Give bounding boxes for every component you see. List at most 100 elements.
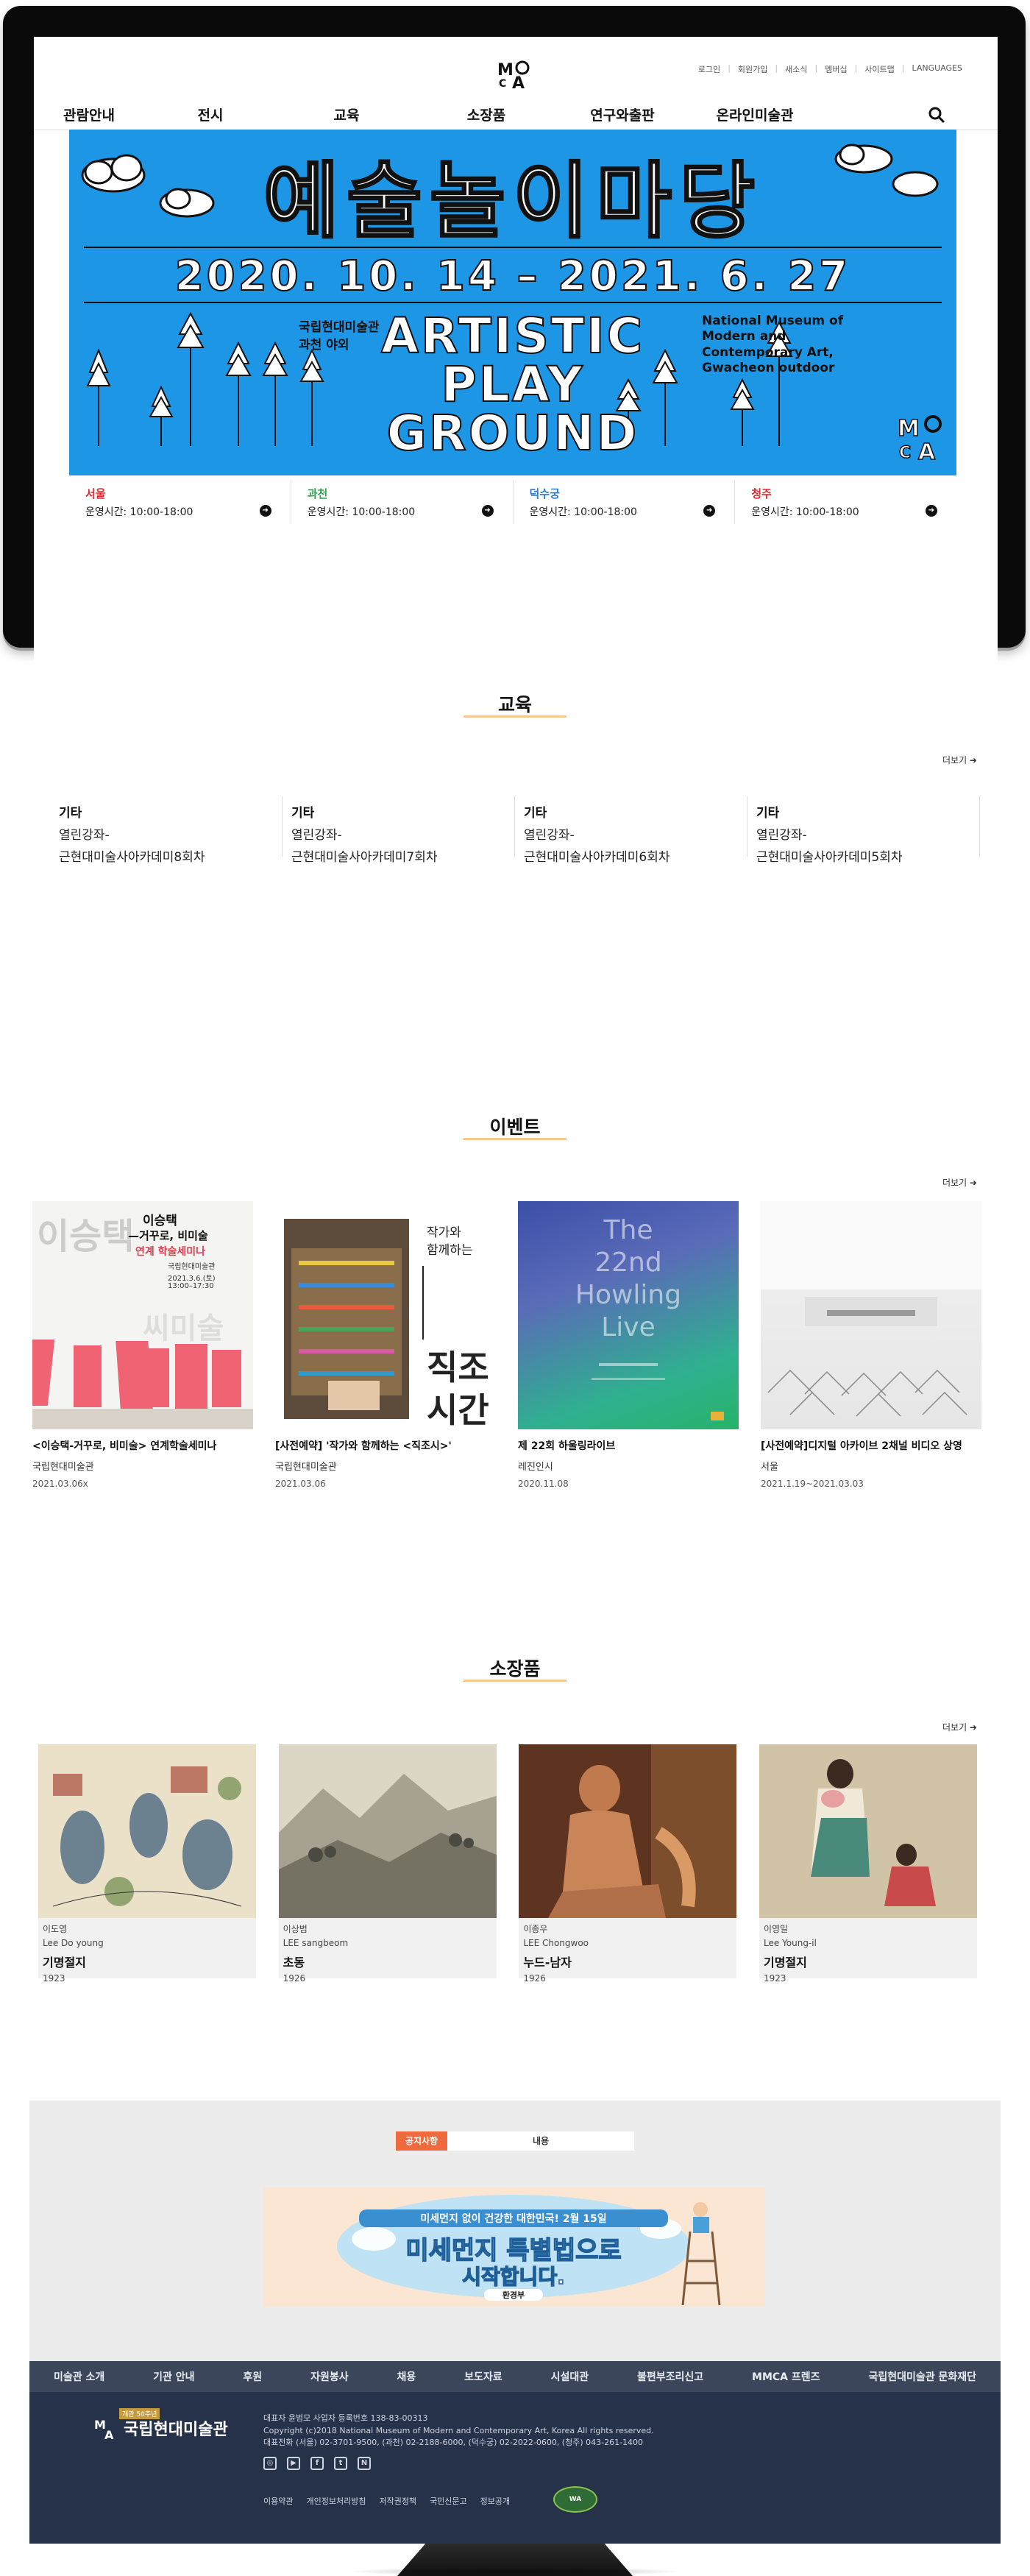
facebook-icon[interactable]: f [310,2457,324,2470]
arrow-right-icon[interactable]: ➜ [926,505,937,517]
nav-education[interactable]: 교육 [277,105,416,124]
branch-cheongju[interactable]: 청주 운영시간: 10:00-18:00 ➜ [735,480,956,524]
nav-visit[interactable]: 관람안내 [34,105,144,124]
education-line2: 근현대미술사아카데미8회차 [59,850,205,865]
artwork-title: 초동 [283,1956,305,1970]
artist-name-kr: 이도영 [43,1924,68,1934]
title-underline [464,1138,566,1140]
event-card[interactable]: The 22nd Howling Live 제 22회 하울링라이브 레진인시 … [518,1201,739,1489]
education-line1: 열린강좌- [291,828,342,843]
footer-link-recruit[interactable]: 채용 [397,2369,416,2384]
collection-card[interactable]: 이상범 LEE sangbeom 초동 1926 [278,1744,497,1984]
terms-link[interactable]: 이용약관 [263,2495,293,2507]
privacy-link[interactable]: 개인정보처리방침 [306,2495,366,2507]
artwork-year: 1926 [523,1973,546,1984]
artwork-image [519,1744,737,1918]
branch-gwacheon[interactable]: 과천 운영시간: 10:00-18:00 ➜ [291,480,514,524]
hero-banner[interactable]: 예술놀이마당 2020. 10. 14 – 2021. 6. 27 국립현대미술… [69,130,956,475]
footer-link-support[interactable]: 후원 [243,2369,262,2384]
footer-link-about[interactable]: 미술관 소개 [54,2369,104,2384]
nav-exhibitions[interactable]: 전시 [144,105,277,124]
education-line2: 근현대미술사아카데미7회차 [291,850,438,865]
artist-name-kr: 이영일 [763,1924,789,1934]
collection-card[interactable]: 이도영 Lee Do young 기명절지 1923 [38,1744,256,1984]
youtube-icon[interactable]: ▶ [287,2457,300,2470]
footer-info-line: Copyright (c)2018 National Museum of Mod… [263,2425,654,2435]
accessibility-badge[interactable]: WA [553,2486,597,2513]
fine-dust-banner[interactable]: 미세먼지 없이 건강한 대한민국! 2월 15일 미세먼지 특별법으로 시작합니… [263,2187,765,2307]
event-card[interactable]: [사전예약]디지털 아카이브 2채널 비디오 상영 서울 2021.1.19~2… [761,1201,981,1489]
events-more-link[interactable]: 더보기 ➜ [942,1176,977,1189]
info-disclosure-link[interactable]: 정보공개 [480,2495,510,2507]
news-link[interactable]: 새소식 [785,63,807,75]
education-item[interactable]: 기타 열린강좌- 근현대미술사아카데미8회차 [50,796,283,865]
artwork-year: 1923 [763,1973,786,1984]
monitor-frame: 로그인 | 회원가입 | 새소식 | 멤버십 | 사이트맵 | LANGUAGES M A… [3,6,1026,662]
collection-card[interactable]: 이영일 Lee Young-il 기명절지 1923 [759,1744,977,1984]
education-more-link[interactable]: 더보기 ➜ [942,754,977,766]
ministry-label: 환경부 [484,2289,543,2301]
banner-venue-en: National Museum of Modern and Contempora… [702,314,844,375]
event-title: 제 22회 하울링라이브 [518,1440,616,1452]
footer-logo-name: 국립현대미술관 [124,2421,228,2439]
event-card[interactable]: 이승택 이승택 —거꾸로, 비미술 연계 학술세미나 국립현대미술관 2021.… [32,1201,253,1489]
education-item[interactable]: 기타 열린강좌- 근현대미술사아카데미5회차 [747,796,980,865]
footer-link-volunteer[interactable]: 자원봉사 [310,2369,349,2384]
event-date: 2021.03.06 [275,1479,326,1489]
footer-link-foundation[interactable]: 국립현대미술관 문화재단 [868,2369,976,2384]
footer-link-org[interactable]: 기관 안내 [153,2369,194,2384]
banner-headline: 미세먼지 없이 건강한 대한민국! 2월 15일 [359,2209,668,2227]
branch-time: 운영시간: 10:00-18:00 [751,506,859,518]
artwork-image [759,1744,977,1918]
login-link[interactable]: 로그인 [698,63,720,75]
artwork-image [38,1744,256,1918]
membership-link[interactable]: 멤버십 [825,63,847,75]
footer-link-press[interactable]: 보도자료 [464,2369,502,2384]
event-card[interactable]: 작가와 함께하는 직조 시간 [사전예약] '작가와 함께하는 <직조시>' 국… [275,1201,496,1489]
events-title: 이벤트 [489,1117,541,1138]
languages-link[interactable]: LANGUAGES [912,63,963,75]
arrow-right-icon[interactable]: ➜ [259,505,271,517]
footer-link-rental[interactable]: 시설대관 [551,2369,589,2384]
anniversary-tag: 개관 50주년 [119,2408,160,2419]
artist-name-kr: 이종우 [523,1924,548,1934]
tab-notice[interactable]: 공지사항 [396,2131,447,2151]
education-line1: 열린강좌- [524,828,575,843]
footer-link-report[interactable]: 불편부조리신고 [637,2369,703,2384]
svg-text:A: A [104,2428,114,2441]
collection-more-link[interactable]: 더보기 ➜ [942,1721,977,1733]
sitemap-link[interactable]: 사이트맵 [864,63,894,75]
instagram-icon[interactable]: ◎ [263,2457,277,2470]
mmca-logo-icon: M A [94,2418,114,2441]
footer-link-friends[interactable]: MMCA 프렌즈 [752,2369,820,2384]
event-date: 2021.1.19~2021.03.03 [761,1479,864,1489]
search-icon[interactable] [927,105,946,124]
branch-time: 운영시간: 10:00-18:00 [307,506,416,518]
twitter-icon[interactable]: t [334,2457,347,2470]
banner-main-line2: 시작합니다. [462,2264,566,2290]
nav-research[interactable]: 연구와출판 [556,105,689,124]
mmca-logo[interactable]: M A C [496,57,534,90]
epeople-link[interactable]: 국민신문고 [430,2495,467,2507]
event-sub: 서울 [761,1462,778,1473]
footer-policy-links: 이용약관 개인정보처리방침 저작권정책 국민신문고 정보공개 [263,2495,510,2507]
naver-icon[interactable]: N [358,2457,371,2470]
education-title: 교육 [497,694,532,715]
tab-content[interactable]: 내용 [447,2131,634,2151]
education-item[interactable]: 기타 열린강좌- 근현대미술사아카데미7회차 [283,796,515,865]
nav-online[interactable]: 온라인미술관 [689,105,821,124]
collection-card[interactable]: 이종우 LEE Chongwoo 누드-남자 1926 [519,1744,737,1984]
site-footer: M A 개관 50주년 국립현대미술관 대표자 윤범모 사업자 등록번호 138… [29,2392,1001,2544]
event-sub: 국립현대미술관 [275,1462,337,1473]
branch-deoksugung[interactable]: 덕수궁 운영시간: 10:00-18:00 ➜ [514,480,736,524]
signup-link[interactable]: 회원가입 [738,63,767,75]
nav-collection[interactable]: 소장품 [416,105,556,124]
title-underline [464,715,566,718]
svg-text:C: C [499,78,506,90]
copyright-link[interactable]: 저작권정책 [379,2495,416,2507]
arrow-right-icon[interactable]: ➜ [481,505,494,517]
branch-seoul[interactable]: 서울 운영시간: 10:00-18:00 ➜ [69,480,291,524]
banner-dates: 2020. 10. 14 – 2021. 6. 27 [174,252,851,300]
footer-logo[interactable]: M A 개관 50주년 국립현대미술관 [94,2408,228,2441]
education-item[interactable]: 기타 열린강좌- 근현대미술사아카데미6회차 [515,796,747,865]
